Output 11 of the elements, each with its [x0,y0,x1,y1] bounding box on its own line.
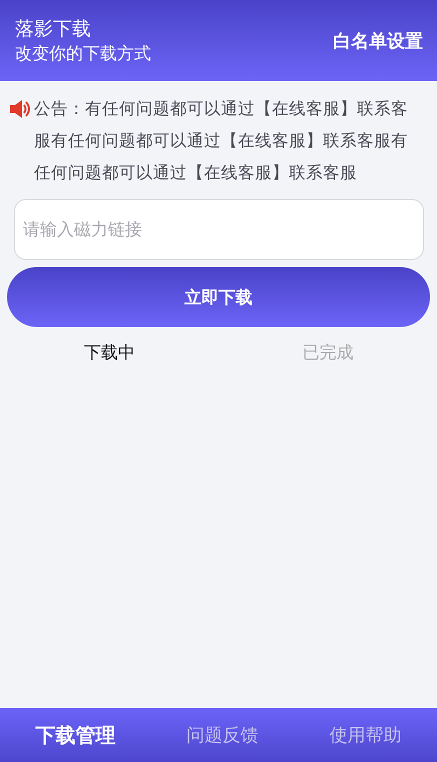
app-subtitle: 改变你的下载方式 [15,42,151,64]
download-button[interactable]: 立即下载 [7,267,430,327]
whitelist-settings-button[interactable]: 白名单设置 [333,28,423,52]
nav-tab[interactable]: 下载管理 [30,720,122,750]
nav-tab[interactable]: 使用帮助 [324,722,408,748]
magnet-link-field[interactable]: 请输入磁力链接 [14,199,424,260]
announcement-text: 公告：有任何问题都可以通过【在线客服】联系客服有任何问题都可以通过【在线客服】联系客服有任何问题都可以通过【在线客服】联系客服 [34,98,409,184]
nav-tab[interactable]: 问题反馈 [180,722,264,748]
status-tab[interactable]: 下载中 [0,335,218,369]
app-title: 落影下载 [15,16,92,40]
speaker-icon [9,99,31,119]
